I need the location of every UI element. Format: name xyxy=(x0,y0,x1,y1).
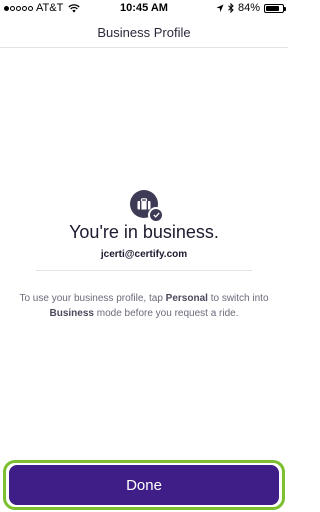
info-text-part: To use your business profile, tap xyxy=(19,293,166,304)
info-text: To use your business profile, tap Person… xyxy=(14,291,274,321)
location-arrow-icon xyxy=(216,4,224,12)
status-bar: AT&T 10:45 AM 84% xyxy=(0,0,288,16)
battery-icon xyxy=(264,3,286,13)
navigation-bar: Business Profile xyxy=(0,16,288,48)
success-headline: You're in business. xyxy=(69,222,219,242)
status-right: 84% xyxy=(216,2,286,14)
info-text-part: to switch into xyxy=(207,293,269,304)
info-text-part: mode before you request a ride. xyxy=(93,308,239,319)
business-email: jcerti@certify.com xyxy=(100,249,188,260)
done-button[interactable]: Done xyxy=(9,465,279,505)
battery-percent: 84% xyxy=(237,2,260,14)
divider xyxy=(36,270,252,271)
personal-mode-label: Personal xyxy=(165,293,208,304)
checkmark-icon xyxy=(148,207,164,223)
business-profile-screen: AT&T 10:45 AM 84% Business Profile You'r… xyxy=(0,0,288,512)
page-title: Business Profile xyxy=(97,25,191,40)
business-badge xyxy=(130,190,164,223)
battery-level xyxy=(266,5,280,11)
business-mode-label: Business xyxy=(49,308,94,319)
bluetooth-icon xyxy=(228,3,234,13)
